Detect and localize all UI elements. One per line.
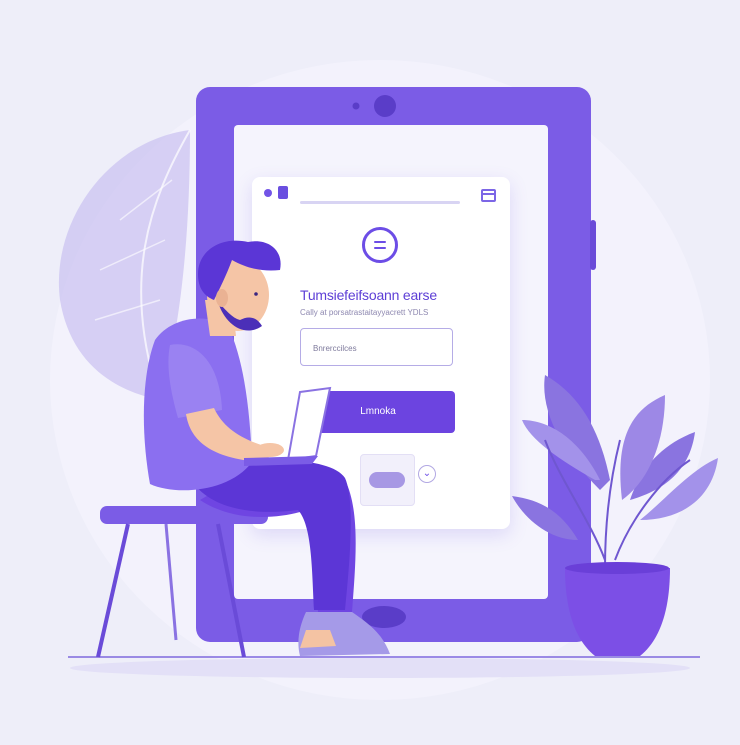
home-button [362,606,406,628]
text-input[interactable]: Bnrerccilces [300,328,453,366]
form-subtitle: Cally at porsatrastaitayyacrett YDLS [300,308,429,317]
menu-circle-icon[interactable] [362,227,398,263]
camera-icon [374,95,396,117]
toggle-pill [369,472,405,488]
app-badge-icon [278,186,288,199]
toggle-box[interactable] [360,454,415,506]
address-bar [300,201,460,204]
submit-button[interactable]: Lmnoka [301,391,455,433]
form-title: Tumsiefeifsoann earse [300,287,437,303]
status-dot-icon [264,189,272,197]
chevron-down-icon[interactable]: ⌄ [418,465,436,483]
window-icon[interactable] [481,189,496,202]
login-form-card: Tumsiefeifsoann earse Cally at porsatras… [252,177,510,529]
